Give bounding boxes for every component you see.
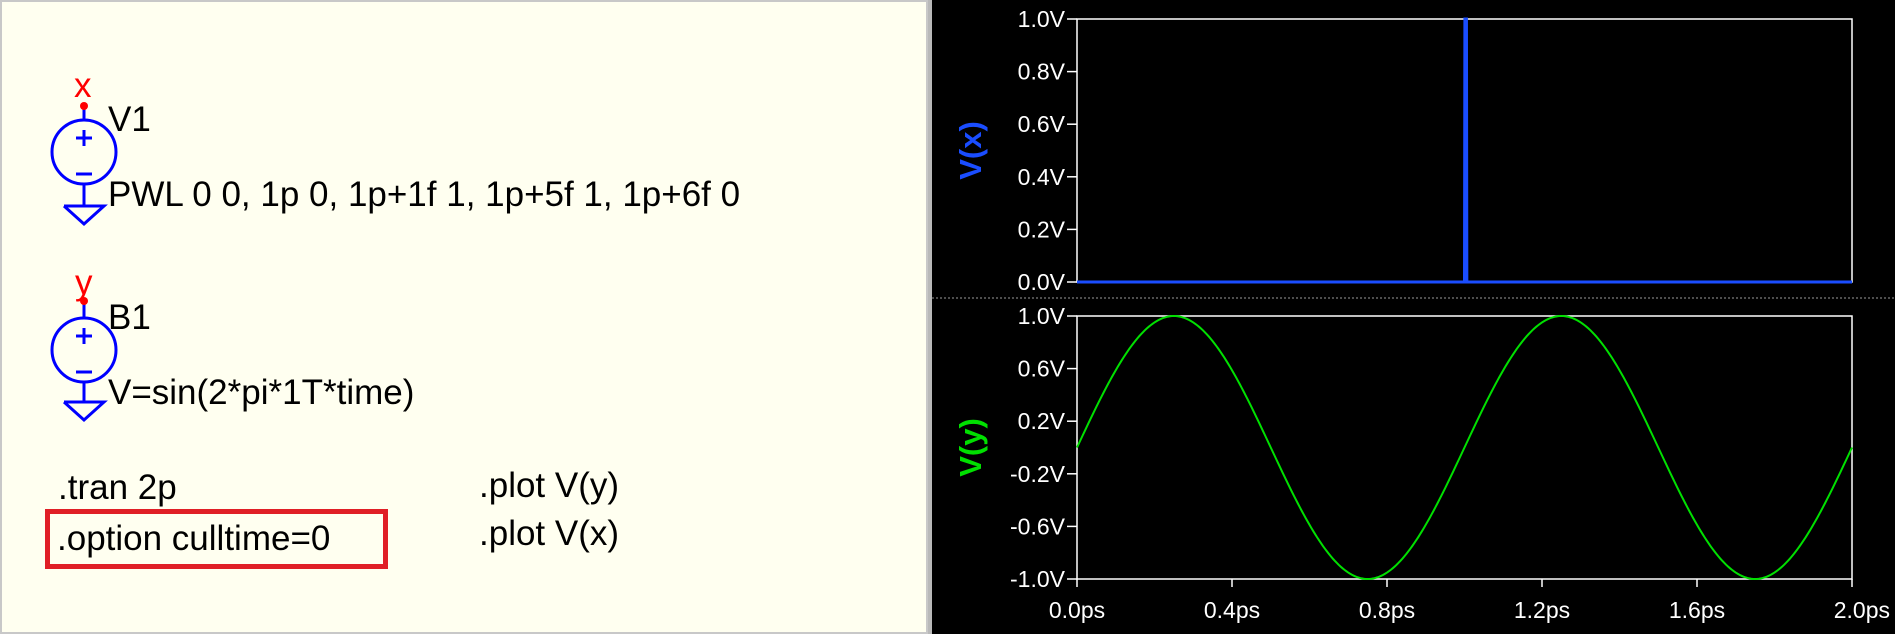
y-tick-label: -0.2V (1010, 461, 1066, 487)
v1-instance-name[interactable]: V1 (108, 102, 151, 137)
y-tick-label: 1.0V (1018, 6, 1066, 32)
y-tick-label: 0.2V (1018, 216, 1066, 242)
plot-vx-directive[interactable]: .plot V(x) (479, 516, 619, 551)
v1-voltage-source-icon[interactable] (50, 106, 118, 227)
v1-value[interactable]: PWL 0 0, 1p 0, 1p+1f 1, 1p+5f 1, 1p+6f 0 (108, 177, 740, 212)
schematic-editor[interactable]: x y V1 PWL 0 0, 1p 0, 1p+1f 1, 1p+5f 1, … (0, 0, 928, 634)
waveform-plots: 1.0V 0.8V 0.6V 0.4V 0.2V 0.0V V(x) 1.0V 0.6V 0.2V… (932, 6, 1895, 623)
plot-vy-directive[interactable]: .plot V(y) (479, 468, 619, 503)
trace-vx[interactable] (1077, 17, 1852, 284)
trace-vy[interactable] (1076, 314, 1853, 581)
option-highlight-box (45, 509, 388, 569)
waveform-viewer[interactable]: 1.0V 0.8V 0.6V 0.4V 0.2V 0.0V V(x) 1.0V 0.6V 0.2V… (932, 0, 1895, 634)
b1-voltage-source-icon[interactable] (50, 301, 118, 423)
net-label-x[interactable]: x (74, 68, 92, 103)
y-tick-label: 0.4V (1018, 164, 1066, 190)
trace-label-vx[interactable]: V(x) (953, 121, 988, 180)
y-tick-label: 0.8V (1018, 59, 1066, 85)
net-label-y[interactable]: y (75, 265, 93, 300)
y-tick-label: 0.0V (1018, 269, 1066, 295)
y-tick-label: 0.2V (1018, 408, 1066, 434)
x-tick-label: 1.6ps (1669, 597, 1725, 623)
y-tick-label: 0.6V (1018, 356, 1066, 382)
y-tick-label: -1.0V (1010, 566, 1066, 592)
y-tick-label: -0.6V (1010, 513, 1066, 539)
x-tick-label: 1.2ps (1514, 597, 1570, 623)
y-tick-label: 0.6V (1018, 111, 1066, 137)
x-tick-label: 0.8ps (1359, 597, 1415, 623)
x-tick-label: 2.0ps (1834, 597, 1890, 623)
trace-label-vy[interactable]: V(y) (953, 418, 988, 477)
x-tick-label: 0.0ps (1049, 597, 1105, 623)
b1-instance-name[interactable]: B1 (108, 300, 151, 335)
x-tick-label: 0.4ps (1204, 597, 1260, 623)
b1-value[interactable]: V=sin(2*pi*1T*time) (108, 375, 414, 410)
tran-directive[interactable]: .tran 2p (58, 470, 177, 505)
y-tick-label: 1.0V (1018, 303, 1066, 329)
